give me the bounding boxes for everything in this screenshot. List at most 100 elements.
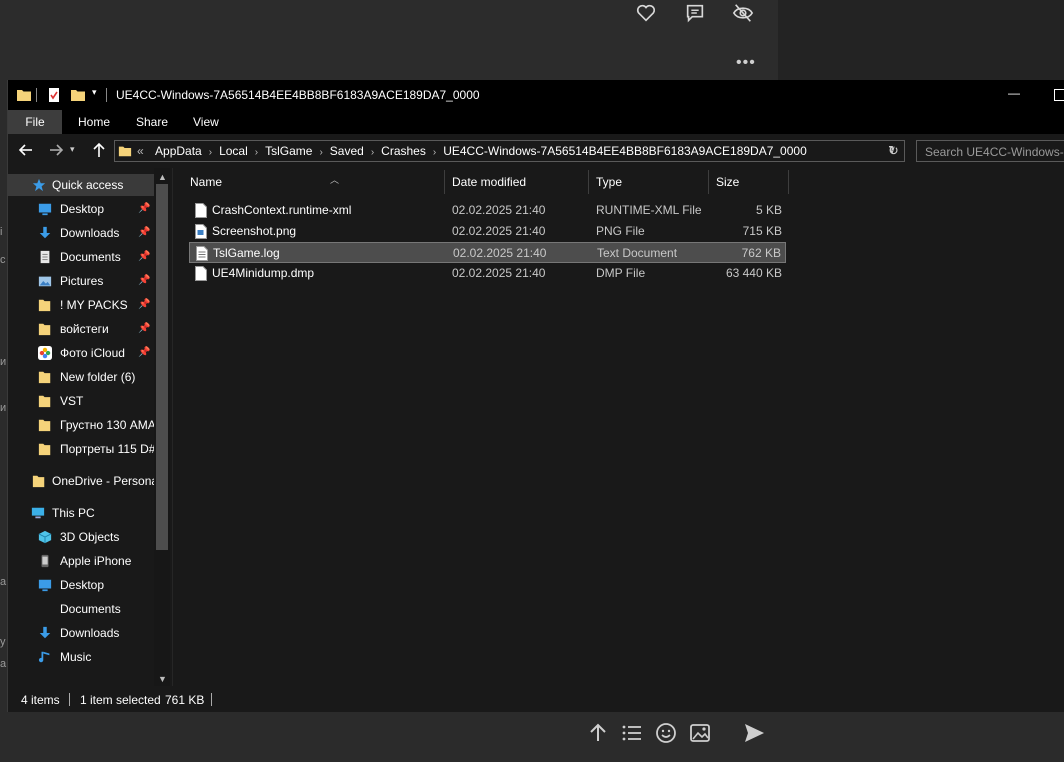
sidebar-item-vst[interactable]: VST bbox=[8, 390, 154, 412]
column-header-type[interactable]: Type bbox=[596, 170, 622, 194]
breadcrumb-local[interactable]: Local bbox=[219, 144, 248, 158]
tab-view[interactable]: View bbox=[179, 110, 233, 134]
sidebar-item-pc-desktop[interactable]: Desktop bbox=[8, 574, 154, 596]
heart-icon[interactable] bbox=[635, 2, 657, 24]
file-row[interactable]: CrashContext.runtime-xml 02.02.2025 21:4… bbox=[189, 200, 786, 221]
breadcrumb-overflow[interactable]: « bbox=[137, 144, 144, 158]
send-icon[interactable] bbox=[742, 721, 766, 745]
chevron-right-icon[interactable]: › bbox=[371, 147, 374, 158]
sidebar-item-this-pc[interactable]: This PC bbox=[8, 502, 154, 524]
sidebar-item-pc-documents[interactable]: Documents bbox=[8, 598, 154, 620]
scroll-down-icon[interactable]: ▼ bbox=[158, 674, 167, 684]
sidebar-item-label: Music bbox=[60, 650, 92, 664]
folder-icon bbox=[38, 395, 51, 408]
hide-eye-icon[interactable] bbox=[732, 2, 754, 24]
sidebar-item-music[interactable]: Music bbox=[8, 646, 154, 668]
sidebar-scroll-thumb[interactable] bbox=[156, 184, 168, 550]
tab-home[interactable]: Home bbox=[64, 110, 124, 134]
chevron-right-icon[interactable]: › bbox=[255, 147, 258, 158]
sidebar-item-my-packs[interactable]: ! MY PACKS 📌 bbox=[8, 294, 154, 316]
list-icon[interactable] bbox=[620, 721, 644, 745]
pin-icon: 📌 bbox=[138, 203, 151, 214]
sidebar-item-quick-access[interactable]: Quick access bbox=[8, 174, 154, 196]
sidebar-item-portraits-115[interactable]: Портреты 115 D# bbox=[8, 438, 154, 460]
sidebar-item-label: Грустно 130 AMA bbox=[60, 418, 154, 432]
sidebar-item-apple-iphone[interactable]: Apple iPhone bbox=[8, 550, 154, 572]
chevron-right-icon[interactable]: › bbox=[209, 147, 212, 158]
back-arrow-icon[interactable] bbox=[18, 142, 34, 158]
file-row[interactable]: Screenshot.png 02.02.2025 21:40 PNG File… bbox=[189, 221, 786, 242]
breadcrumb-appdata[interactable]: AppData bbox=[155, 144, 202, 158]
folder-icon bbox=[38, 419, 51, 432]
desktop-icon bbox=[38, 203, 52, 216]
cube-icon bbox=[38, 530, 52, 544]
image-file-icon bbox=[195, 224, 207, 239]
sidebar-item-pc-downloads[interactable]: Downloads bbox=[8, 622, 154, 644]
column-divider[interactable] bbox=[588, 170, 589, 194]
breadcrumb-tslgame[interactable]: TslGame bbox=[265, 144, 312, 158]
sidebar-item-icloud-photos[interactable]: Фото iCloud 📌 bbox=[8, 342, 154, 364]
refresh-icon[interactable]: ↻ bbox=[888, 143, 899, 159]
pin-icon: 📌 bbox=[138, 299, 151, 310]
scroll-up-icon[interactable]: ▲ bbox=[158, 172, 167, 182]
documents-icon bbox=[40, 250, 50, 264]
sidebar-item-label: Quick access bbox=[52, 178, 124, 192]
file-size: 5 KB bbox=[755, 203, 782, 217]
properties-icon[interactable] bbox=[46, 87, 62, 103]
sidebar-item-label: Documents bbox=[60, 250, 121, 264]
download-icon bbox=[39, 226, 51, 239]
forward-arrow-icon[interactable] bbox=[48, 142, 64, 158]
sidebar-item-new-folder-6[interactable]: New folder (6) bbox=[8, 366, 154, 388]
breadcrumb-crashes[interactable]: Crashes bbox=[381, 144, 426, 158]
customize-toolbar-icon[interactable]: ▾ bbox=[92, 87, 97, 98]
sidebar-item-voicetags[interactable]: войстеги 📌 bbox=[8, 318, 154, 340]
column-divider[interactable] bbox=[788, 170, 789, 194]
breadcrumb-saved[interactable]: Saved bbox=[330, 144, 364, 158]
status-bar: 4 items 1 item selected 761 KB bbox=[8, 686, 1064, 712]
sidebar-item-desktop[interactable]: Desktop 📌 bbox=[8, 198, 154, 220]
folder-icon bbox=[38, 371, 51, 384]
new-folder-icon[interactable] bbox=[70, 87, 86, 103]
explorer-window: ▾ UE4CC-Windows-7A56514B4EE4BB8BF6183A9A… bbox=[7, 80, 1064, 712]
column-header-size[interactable]: Size bbox=[716, 170, 739, 194]
more-options-icon[interactable]: ••• bbox=[736, 54, 756, 72]
column-divider[interactable] bbox=[708, 170, 709, 194]
file-size: 762 KB bbox=[741, 246, 781, 260]
search-placeholder: Search UE4CC-Windows-7A... bbox=[925, 145, 1064, 159]
sidebar-item-label: Портреты 115 D# bbox=[60, 442, 154, 456]
column-divider[interactable] bbox=[444, 170, 445, 194]
sort-ascending-icon: ︿ bbox=[330, 175, 340, 185]
chevron-right-icon[interactable]: › bbox=[319, 147, 322, 158]
generic-file-icon bbox=[195, 266, 207, 281]
sidebar-item-pictures[interactable]: Pictures 📌 bbox=[8, 270, 154, 292]
minimize-icon[interactable]: — bbox=[1008, 86, 1020, 100]
column-header-date[interactable]: Date modified bbox=[452, 170, 526, 194]
tab-file[interactable]: File bbox=[8, 110, 62, 134]
address-bar[interactable]: « AppData › Local › TslGame › Saved › Crashes › UE… bbox=[114, 140, 905, 162]
pin-icon: 📌 bbox=[138, 251, 151, 262]
image-icon[interactable] bbox=[688, 721, 712, 745]
file-row-selected[interactable]: TslGame.log 02.02.2025 21:40 Text Docume… bbox=[189, 242, 786, 263]
folder-icon[interactable] bbox=[16, 87, 32, 103]
selection-info: 1 item selected bbox=[80, 693, 161, 707]
search-input[interactable]: Search UE4CC-Windows-7A... bbox=[916, 140, 1064, 162]
sidebar-item-sad-130[interactable]: Грустно 130 AMA bbox=[8, 414, 154, 436]
sidebar-item-downloads[interactable]: Downloads 📌 bbox=[8, 222, 154, 244]
breadcrumb-current-folder[interactable]: UE4CC-Windows-7A56514B4EE4BB8BF6183A9ACE… bbox=[443, 144, 807, 158]
comment-icon[interactable] bbox=[684, 2, 706, 24]
sidebar-item-3d-objects[interactable]: 3D Objects bbox=[8, 526, 154, 548]
column-header-name[interactable]: Name ︿ bbox=[190, 170, 339, 194]
emoji-icon[interactable] bbox=[654, 721, 678, 745]
chevron-right-icon[interactable]: › bbox=[433, 147, 436, 158]
up-arrow-icon[interactable] bbox=[91, 142, 107, 158]
sidebar-item-label: Downloads bbox=[60, 626, 120, 640]
status-separator bbox=[211, 693, 212, 706]
recent-locations-icon[interactable]: ▾ bbox=[70, 144, 75, 155]
file-date: 02.02.2025 21:40 bbox=[453, 246, 547, 260]
arrow-up-icon[interactable] bbox=[586, 721, 610, 745]
maximize-icon[interactable] bbox=[1054, 89, 1064, 101]
sidebar-item-onedrive[interactable]: OneDrive - Persona bbox=[8, 470, 154, 492]
sidebar-item-documents[interactable]: Documents 📌 bbox=[8, 246, 154, 268]
file-row[interactable]: UE4Minidump.dmp 02.02.2025 21:40 DMP Fil… bbox=[189, 263, 786, 284]
tab-share[interactable]: Share bbox=[122, 110, 182, 134]
